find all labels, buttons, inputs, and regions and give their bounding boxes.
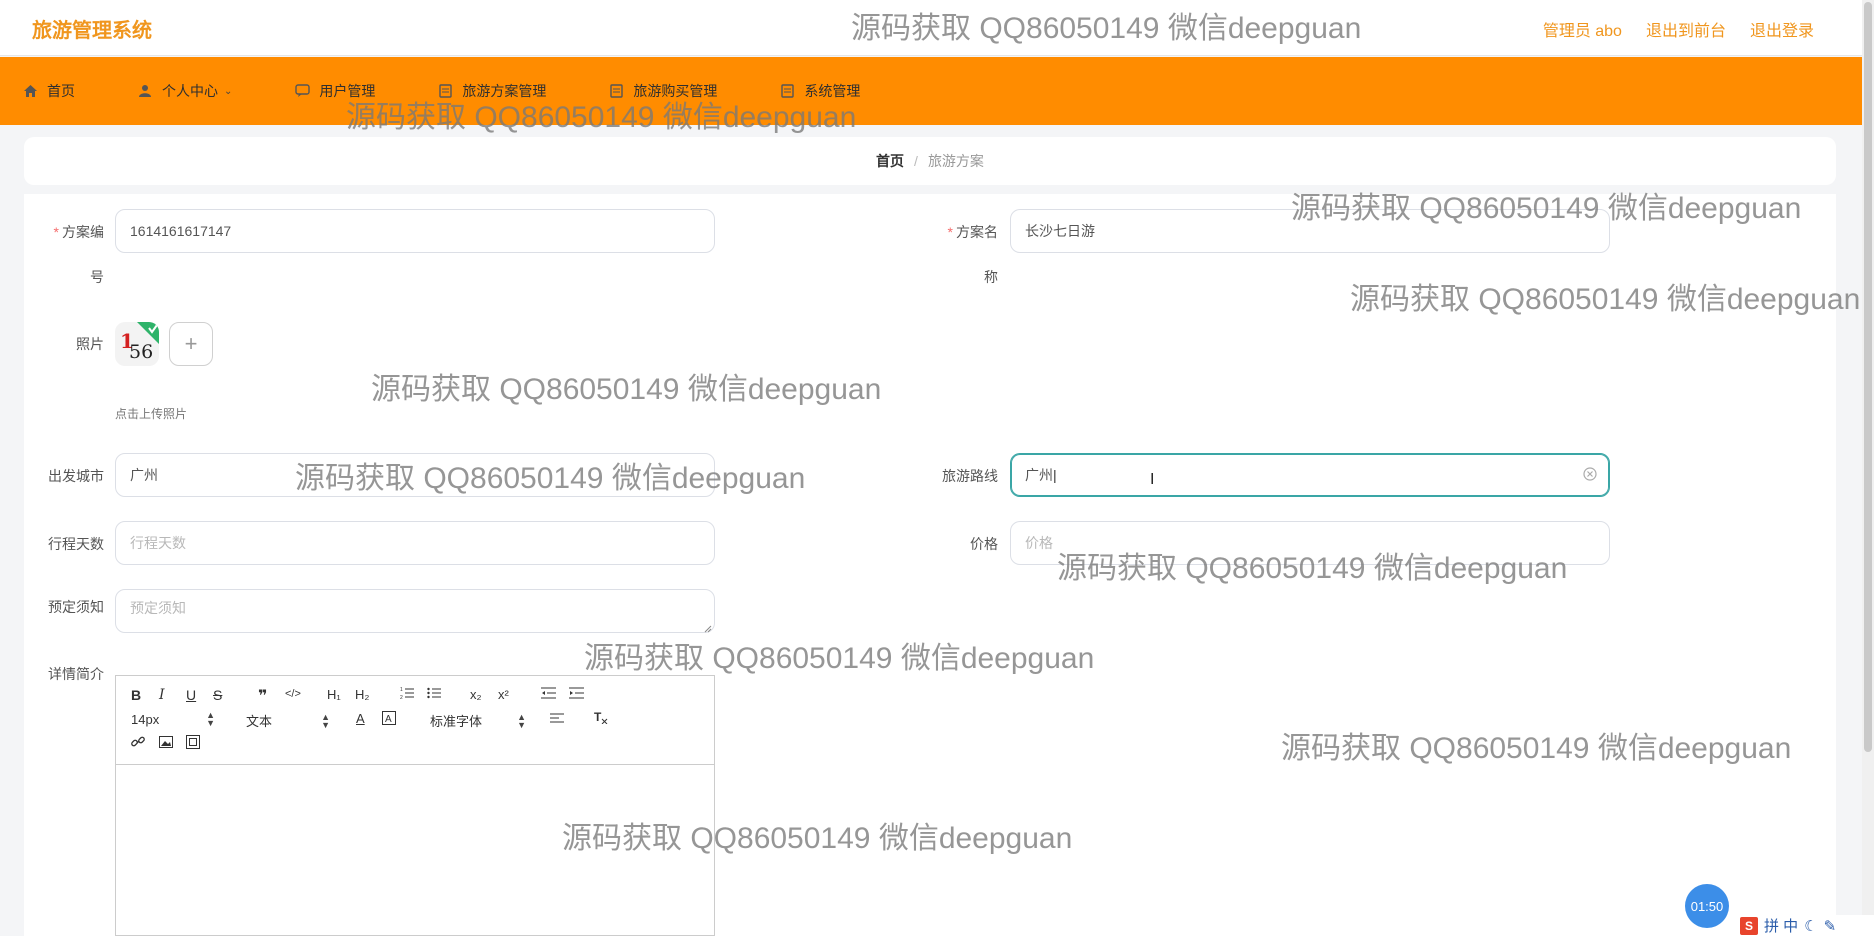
select-arrows-icon: ▲ ▼ [206, 710, 215, 728]
nav-label: 旅游购买管理 [633, 83, 718, 99]
doc-icon [608, 83, 624, 99]
editor-content-area[interactable] [116, 765, 714, 935]
nav-label: 首页 [47, 83, 75, 99]
clear-icon[interactable] [1583, 467, 1597, 484]
link-icon[interactable] [131, 735, 145, 749]
subscript-button[interactable]: x₂ [470, 687, 482, 702]
blockquote-icon[interactable]: ❞ [258, 686, 267, 706]
strike-button[interactable]: S [213, 687, 222, 703]
plan-name-label-wrap: 称 [984, 269, 998, 285]
plan-no-label: * 方案编 [53, 224, 104, 240]
app-logo: 旅游管理系统 [32, 20, 152, 42]
top-header: 旅游管理系统 管理员 abo 退出到前台 退出登录 [0, 0, 1862, 56]
plan-name-input[interactable]: 长沙七日游 [1010, 209, 1610, 253]
chevron-down-icon: ⌄ [224, 85, 233, 97]
rich-text-editor: B I U S ❞ </> H₁ H₂ 12 x₂ x² 14px ▲ ▼ 文本 ▲ ▼… [115, 675, 715, 936]
svg-text:A: A [385, 714, 392, 725]
ime-logo-icon: S [1740, 916, 1758, 935]
back-to-front-link[interactable]: 退出到前台 [1646, 17, 1726, 41]
underline-button[interactable]: U [186, 687, 196, 703]
notice-textarea[interactable]: 预定须知 [115, 589, 715, 633]
doc-icon [437, 83, 453, 99]
home-icon [22, 83, 38, 99]
days-label: 行程天数 [48, 536, 104, 552]
nav-label: 用户管理 [319, 83, 376, 99]
breadcrumb-home[interactable]: 首页 [876, 151, 904, 171]
settings-icon: ✎ [1823, 917, 1837, 935]
header-actions: 管理员 abo 退出到前台 退出登录 [1543, 17, 1814, 41]
route-label: 旅游路线 [942, 468, 998, 484]
nav-item-users[interactable]: 用户管理 [294, 81, 375, 101]
user-icon [137, 83, 153, 99]
photo-thumbnail[interactable]: 1 56 [115, 322, 159, 366]
bold-button[interactable]: B [131, 687, 141, 703]
breadcrumb: 首页 / 旅游方案 [24, 137, 1836, 185]
svg-text:T: T [594, 710, 602, 724]
ime-toolbar[interactable]: S 拼 中 ☾ ✎ [1738, 915, 1874, 936]
nav-label: 系统管理 [804, 83, 861, 99]
route-input[interactable]: 广州 | [1010, 453, 1610, 497]
align-icon[interactable] [550, 712, 564, 724]
video-icon[interactable] [186, 735, 200, 749]
nav-item-purchases[interactable]: 旅游购买管理 [608, 81, 717, 101]
days-input[interactable]: 行程天数 [115, 521, 715, 565]
nav-item-system[interactable]: 系统管理 [779, 81, 860, 101]
doc-icon [779, 83, 795, 99]
outdent-icon[interactable] [541, 686, 556, 700]
indent-icon[interactable] [569, 686, 584, 700]
italic-button[interactable]: I [159, 687, 165, 703]
detail-label: 详情简介 [48, 666, 104, 682]
font-family-select[interactable]: 标准字体 ▲ ▼ [430, 711, 526, 730]
h2-button[interactable]: H₂ [355, 687, 369, 702]
add-photo-button[interactable]: + [169, 322, 213, 366]
logout-link[interactable]: 退出登录 [1750, 17, 1814, 41]
notice-label: 预定须知 [48, 599, 104, 615]
svg-text:1: 1 [400, 687, 403, 693]
admin-user-link[interactable]: 管理员 abo [1543, 17, 1622, 41]
svg-text:2: 2 [400, 695, 403, 700]
font-color-icon[interactable]: A [356, 711, 365, 726]
nav-item-profile[interactable]: 个人中心 ⌄ [137, 81, 232, 101]
image-icon[interactable] [159, 735, 173, 749]
resize-handle-icon[interactable] [702, 620, 712, 633]
moon-icon: ☾ [1804, 917, 1818, 935]
nav-item-home[interactable]: 首页 [22, 81, 75, 101]
page-scrollbar[interactable] [1862, 0, 1874, 936]
plan-no-input[interactable]: 1614161617147 [115, 209, 715, 253]
nav-label: 旅游方案管理 [462, 83, 547, 99]
main-nav: 首页 个人中心 ⌄ 用户管理 旅游方案管理 旅游购买管理 系统管理 [0, 57, 1862, 125]
photo-label: 照片 [76, 336, 104, 352]
nav-label: 个人中心 [162, 83, 218, 99]
chat-icon [294, 83, 310, 99]
text-cursor-icon: I [1150, 471, 1155, 488]
select-arrows-icon: ▲ ▼ [321, 711, 330, 730]
depart-city-input[interactable]: 广州 [115, 453, 715, 497]
upload-hint: 点击上传照片 [115, 407, 188, 421]
plan-name-label: * 方案名 [947, 224, 998, 240]
ordered-list-icon[interactable]: 12 [400, 686, 414, 700]
svg-text:56: 56 [129, 341, 153, 363]
breadcrumb-separator: / [914, 153, 918, 169]
h1-button[interactable]: H₁ [327, 687, 341, 702]
nav-item-plans[interactable]: 旅游方案管理 [437, 81, 546, 101]
plus-icon: + [184, 331, 198, 356]
ime-mode-text: 拼 中 [1764, 918, 1799, 935]
price-input[interactable]: 价格 [1010, 521, 1610, 565]
price-label: 价格 [970, 536, 998, 552]
plan-no-label-wrap: 号 [90, 269, 104, 285]
scrollbar-thumb[interactable] [1864, 2, 1872, 752]
superscript-button[interactable]: x² [498, 687, 509, 702]
select-arrows-icon: ▲ ▼ [517, 711, 526, 730]
editor-toolbar: B I U S ❞ </> H₁ H₂ 12 x₂ x² 14px ▲ ▼ 文本 ▲ ▼… [116, 676, 714, 765]
background-color-icon[interactable]: A [382, 711, 396, 725]
clear-format-icon[interactable]: T [594, 710, 608, 724]
font-size-select[interactable]: 14px ▲ ▼ [131, 710, 215, 728]
bullet-list-icon[interactable] [427, 686, 441, 700]
timer-badge[interactable]: 01:50 [1685, 884, 1729, 928]
breadcrumb-current: 旅游方案 [927, 153, 984, 169]
code-icon[interactable]: </> [285, 688, 301, 700]
depart-city-label: 出发城市 [48, 468, 104, 484]
block-type-select[interactable]: 文本 ▲ ▼ [246, 711, 330, 730]
